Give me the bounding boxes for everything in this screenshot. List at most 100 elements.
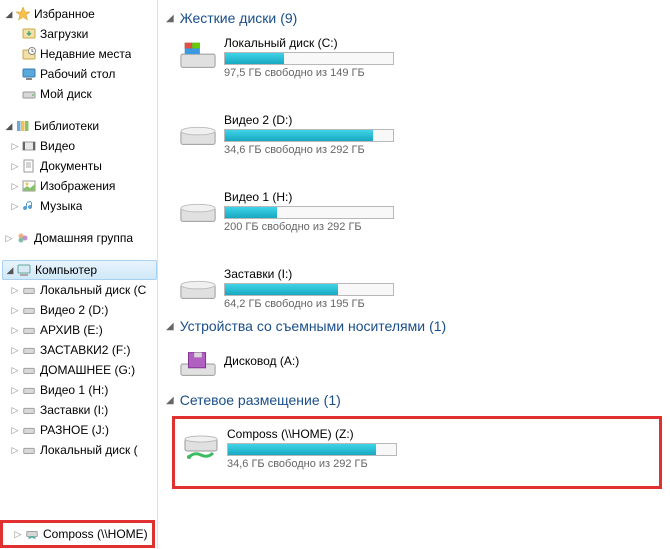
desktop-icon	[21, 66, 37, 82]
drive-status: 64,2 ГБ свободно из 195 ГБ	[224, 298, 414, 310]
chevron-right-icon: ▷	[13, 529, 23, 540]
network-drive-icon	[24, 526, 40, 542]
nav-item-music[interactable]: ▷ Музыка	[2, 196, 157, 216]
nav-item-drive-j[interactable]: ▷РАЗНОЕ (J:)	[2, 420, 157, 440]
nav-item-drive-g[interactable]: ▷ДОМАШНЕЕ (G:)	[2, 360, 157, 380]
drive-status: 97,5 ГБ свободно из 149 ГБ	[224, 67, 414, 79]
chevron-right-icon: ▷	[10, 305, 20, 316]
drive-icon	[21, 382, 37, 398]
nav-computer[interactable]: ◢ Компьютер	[2, 260, 157, 280]
nav-libraries[interactable]: ◢ Библиотеки	[2, 116, 157, 136]
nav-section-computer: ◢ Компьютер ▷Локальный диск (C ▷Видео 2 …	[2, 260, 157, 460]
nav-section-homegroup: ▷ Домашняя группа	[2, 228, 157, 248]
nav-item-drive-c[interactable]: ▷Локальный диск (C	[2, 280, 157, 300]
drive-item[interactable]: Локальный диск (C:) 97,5 ГБ свободно из …	[176, 34, 416, 81]
group-title: Устройства со съемными носителями	[180, 318, 425, 334]
hdd-icon	[178, 267, 218, 307]
nav-homegroup[interactable]: ▷ Домашняя группа	[2, 228, 157, 248]
nav-label: Домашняя группа	[34, 231, 133, 245]
group-header-harddrives[interactable]: ◢ Жесткие диски (9)	[166, 10, 670, 26]
content-pane: ◢ Жесткие диски (9) Локальный диск (C:) …	[158, 0, 670, 549]
network-drive-icon	[181, 427, 221, 467]
nav-item-documents[interactable]: ▷ Документы	[2, 156, 157, 176]
nav-item-drive-h[interactable]: ▷Видео 1 (H:)	[2, 380, 157, 400]
capacity-bar	[224, 52, 394, 65]
collapse-icon: ◢	[166, 395, 174, 406]
chevron-right-icon: ▷	[10, 445, 20, 456]
group-header-removable[interactable]: ◢ Устройства со съемными носителями (1)	[166, 318, 670, 334]
nav-label: Загрузки	[40, 27, 88, 41]
group-title: Жесткие диски	[180, 10, 277, 26]
drives-grid: Локальный диск (C:) 97,5 ГБ свободно из …	[176, 34, 670, 312]
nav-item-drive-e[interactable]: ▷АРХИВ (E:)	[2, 320, 157, 340]
drive-icon	[21, 302, 37, 318]
capacity-bar	[227, 443, 397, 456]
drives-grid: Дисковод (A:)	[176, 342, 670, 386]
group-header-network[interactable]: ◢ Сетевое размещение (1)	[166, 392, 670, 408]
chevron-right-icon: ▷	[10, 425, 20, 436]
nav-item-mydisk[interactable]: Мой диск	[2, 84, 157, 104]
nav-item-network-drive[interactable]: ▷ Composs (\\HOME)	[5, 524, 150, 544]
chevron-right-icon: ▷	[10, 141, 20, 152]
nav-item-downloads[interactable]: Загрузки	[2, 24, 157, 44]
drive-icon	[21, 282, 37, 298]
nav-item-recent[interactable]: Недавние места	[2, 44, 157, 64]
drive-name: Composs (\\HOME) (Z:)	[227, 427, 477, 441]
nav-label: Локальный диск (C	[40, 283, 146, 297]
highlighted-sidebar-row: ▷ Composs (\\HOME)	[0, 520, 155, 548]
chevron-down-icon: ◢	[5, 265, 15, 276]
navigation-pane: ◢ Избранное Загрузки Недавние места Рабо…	[0, 0, 158, 549]
nav-label: Недавние места	[40, 47, 131, 61]
drive-name: Видео 2 (D:)	[224, 113, 414, 127]
nav-item-drive-i[interactable]: ▷Заставки (I:)	[2, 400, 157, 420]
highlighted-network-drive: Composs (\\HOME) (Z:) 34,6 ГБ свободно и…	[172, 416, 662, 489]
drive-icon	[21, 422, 37, 438]
drive-icon	[21, 322, 37, 338]
nav-item-pictures[interactable]: ▷ Изображения	[2, 176, 157, 196]
video-icon	[21, 138, 37, 154]
downloads-icon	[21, 26, 37, 42]
nav-label: Composs (\\HOME)	[43, 527, 148, 541]
drive-item[interactable]: Видео 1 (H:) 200 ГБ свободно из 292 ГБ	[176, 188, 416, 235]
chevron-right-icon: ▷	[10, 405, 20, 416]
drive-icon	[21, 442, 37, 458]
drive-item[interactable]: Заставки (I:) 64,2 ГБ свободно из 195 ГБ	[176, 265, 416, 312]
nav-label: Изображения	[40, 179, 115, 193]
hdd-icon	[178, 190, 218, 230]
collapse-icon: ◢	[166, 321, 174, 332]
drive-icon	[21, 402, 37, 418]
nav-section-favorites: ◢ Избранное Загрузки Недавние места Рабо…	[2, 4, 157, 104]
chevron-right-icon: ▷	[4, 233, 14, 244]
drive-name: Локальный диск (C:)	[224, 36, 414, 50]
computer-icon	[16, 262, 32, 278]
drive-item[interactable]: Видео 2 (D:) 34,6 ГБ свободно из 292 ГБ	[176, 111, 416, 158]
drive-icon	[21, 342, 37, 358]
group-count: (9)	[280, 10, 297, 26]
pictures-icon	[21, 178, 37, 194]
drive-item[interactable]: Дисковод (A:)	[176, 342, 416, 386]
nav-item-video[interactable]: ▷ Видео	[2, 136, 157, 156]
nav-favorites[interactable]: ◢ Избранное	[2, 4, 157, 24]
drive-status: 34,6 ГБ свободно из 292 ГБ	[224, 144, 414, 156]
chevron-right-icon: ▷	[10, 345, 20, 356]
drive-icon	[21, 362, 37, 378]
hdd-system-icon	[178, 36, 218, 76]
nav-label: Рабочий стол	[40, 67, 115, 81]
capacity-bar	[224, 283, 394, 296]
chevron-right-icon: ▷	[10, 365, 20, 376]
nav-label: Библиотеки	[34, 119, 99, 133]
drive-item[interactable]: Composs (\\HOME) (Z:) 34,6 ГБ свободно и…	[179, 425, 479, 472]
chevron-right-icon: ▷	[10, 161, 20, 172]
floppy-icon	[178, 344, 218, 384]
nav-item-drive-d[interactable]: ▷Видео 2 (D:)	[2, 300, 157, 320]
capacity-bar	[224, 206, 394, 219]
nav-item-drive-local[interactable]: ▷Локальный диск (	[2, 440, 157, 460]
music-icon	[21, 198, 37, 214]
chevron-right-icon: ▷	[10, 385, 20, 396]
star-icon	[15, 6, 31, 22]
nav-item-desktop[interactable]: Рабочий стол	[2, 64, 157, 84]
nav-label: Музыка	[40, 199, 82, 213]
chevron-right-icon: ▷	[10, 181, 20, 192]
nav-item-drive-f[interactable]: ▷ЗАСТАВКИ2 (F:)	[2, 340, 157, 360]
libraries-icon	[15, 118, 31, 134]
